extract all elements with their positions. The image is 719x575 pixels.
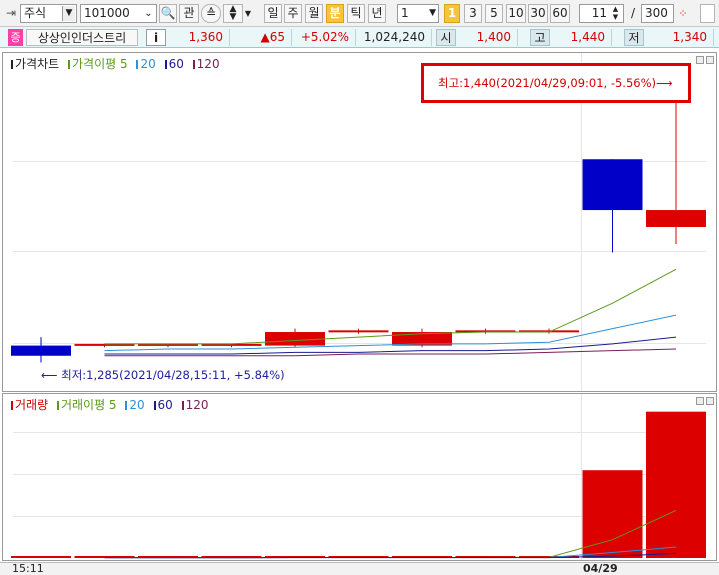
interval-value: 1 [401,6,409,20]
spin-icon[interactable]: ▲ ▼ [223,4,243,23]
search-icon[interactable]: 🔍 [159,4,177,23]
market-select[interactable]: 주식 ▼ [20,4,77,23]
ma-line-120 [104,348,677,357]
change-percent: +5.02% [292,29,356,46]
gwan-button[interactable]: 관 [179,4,199,23]
candle-body [646,210,706,227]
interval-3[interactable]: 3 [464,4,482,23]
period-month[interactable]: 월 [305,4,323,23]
count-value: 11 [591,6,607,20]
code-value: 101000 [84,6,130,20]
market-value: 주식 [24,6,47,20]
market-badge: 증 [8,29,23,46]
up-down-icon[interactable]: ≙ [201,4,221,23]
interval-10[interactable]: 10 [506,4,526,23]
interval-60[interactable]: 60 [550,4,570,23]
ma-line-5 [104,268,677,345]
candle-body [265,332,325,346]
volume-bar [582,470,643,558]
candle-body [328,330,389,333]
info-button[interactable]: i [146,29,166,46]
volume-chart-panel: 거래량 거래이평 5 20 60 120 [2,393,717,561]
count-separator: / [630,6,636,20]
time-start-label: 15:11 [12,562,44,575]
volume-bar [646,411,706,558]
interval-select[interactable]: 1 ▼ [397,4,439,23]
volume-bar [11,556,71,558]
price-change: ▲65 [230,29,292,46]
code-input[interactable]: 101000 ⌄ [80,4,157,23]
high-price: 1,440 [550,29,612,46]
low-price: 1,340 [644,29,714,46]
high-annotation: 최고:1,440(2021/04/29,09:01, -5.56%)⟶ [438,76,673,90]
time-axis: 15:11 04/29 [0,562,719,575]
price-chart-svg [11,99,706,363]
interval-5[interactable]: 5 [485,4,503,23]
date-mark-label: 04/29 [583,562,618,575]
period-day[interactable]: 일 [264,4,282,23]
interval-30[interactable]: 30 [528,4,548,23]
period-week[interactable]: 주 [284,4,302,23]
volume-value: 1,024,240 [356,29,432,46]
period-minute[interactable]: 분 [326,4,344,23]
chevron-down-icon: ▼ [62,6,75,21]
chevron-down-icon: ▼ [429,8,436,18]
open-label: 시 [436,29,456,46]
toolbar: ⇥ 주식 ▼ 101000 ⌄ 🔍 관 ≙ ▲ ▼ ▼ 일 주 월 분 틱 년 1… [0,0,719,27]
high-annotation-box: 최고:1,440(2021/04/29,09:01, -5.56%)⟶ [421,63,691,103]
period-year[interactable]: 년 [368,4,386,23]
code-dropdown-icon[interactable]: ⌄ [142,6,155,21]
high-label: 고 [530,29,550,46]
current-price: 1,360 [172,29,230,46]
link-icon[interactable]: ⇥ [4,4,18,23]
open-price: 1,400 [456,29,518,46]
checkbox[interactable] [700,4,715,23]
caret-icon[interactable]: ▼ [244,4,252,23]
volume-chart-svg [11,411,706,559]
candle-body [582,159,643,211]
stepper-icon[interactable]: ▲ ▼ [609,5,622,21]
count-stepper[interactable]: 11 ▲ ▼ [579,4,624,23]
total-value: 300 [645,6,668,20]
candle-body [11,345,71,356]
stock-info-bar: 증 상상인인더스트리 i 1,360 ▲65 +5.02% 1,024,240 … [0,27,719,48]
price-chart-panel: 가격차트 가격이평 5 20 60 120 최고:1,440(2021/04/2… [2,52,717,392]
low-label: 저 [624,29,644,46]
total-input[interactable]: 300 [641,4,674,23]
settings-dots-icon[interactable]: ⁘ [676,4,690,23]
low-annotation: ⟵ 최저:1,285(2021/04/28,15:11, +5.84%) [41,368,285,382]
period-tick[interactable]: 틱 [347,4,365,23]
interval-1[interactable]: 1 [444,4,460,23]
stock-name[interactable]: 상상인인더스트리 [26,29,138,46]
